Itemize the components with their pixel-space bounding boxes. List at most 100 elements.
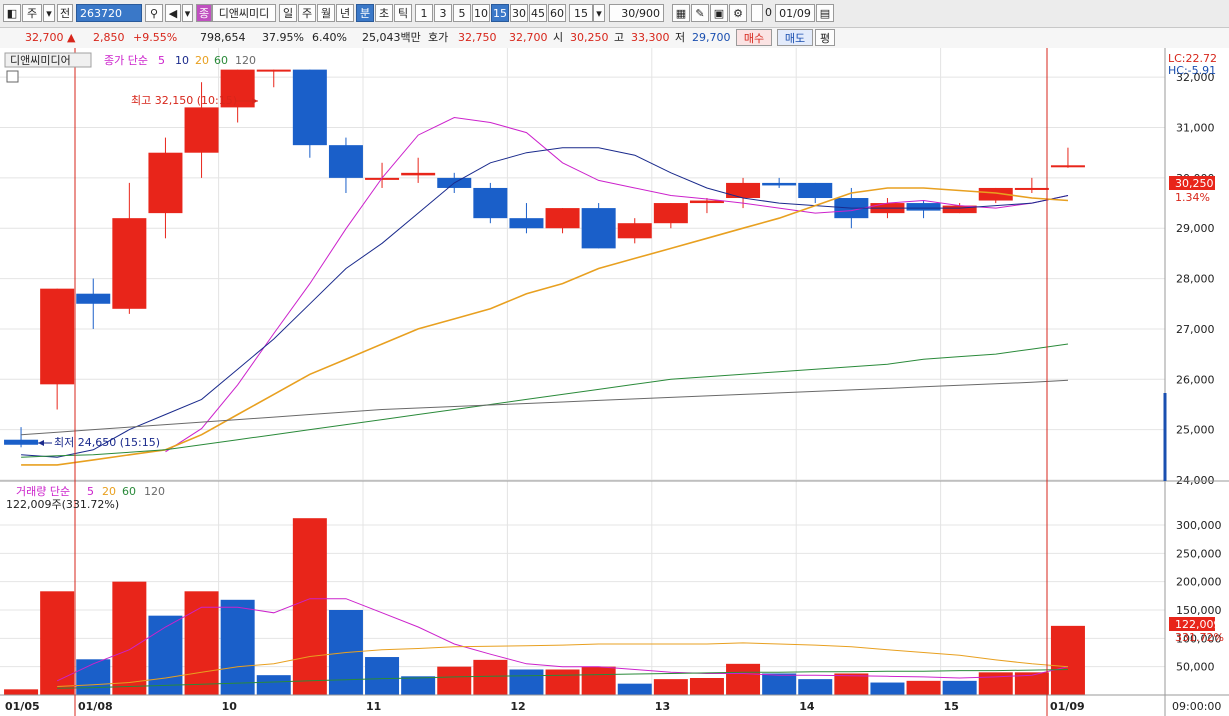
price-tick-label: 29,000: [1176, 222, 1215, 235]
candle: [689, 200, 724, 204]
date-input[interactable]: 01/09: [775, 4, 815, 22]
layout-icon[interactable]: ◧: [3, 4, 21, 22]
candle: [4, 439, 39, 445]
checkbox-label: 0: [765, 6, 772, 19]
ma10-legend: 10: [175, 54, 189, 67]
volume-bar: [40, 591, 75, 695]
chart-area[interactable]: 24,00025,00026,00027,00028,00029,00030,0…: [0, 48, 1229, 716]
current-price-pct: 1.34%: [1175, 191, 1210, 204]
volume-bar: [653, 679, 688, 695]
low-price: 29,700: [692, 31, 731, 44]
price-tick-label: 26,000: [1176, 373, 1215, 386]
volume-title: 거래량 단순: [16, 485, 70, 498]
date-tick-label: 12: [510, 700, 525, 713]
volume-tick-label: 250,000: [1176, 547, 1222, 560]
period-month[interactable]: 월: [317, 4, 335, 22]
stock-type-tag: 종: [196, 4, 212, 22]
date-tick-label: 11: [366, 700, 381, 713]
ma120-legend: 120: [235, 54, 256, 67]
sell-button[interactable]: 매도: [777, 29, 813, 46]
volume-bar: [978, 672, 1013, 695]
volume-tick-label: 150,000: [1176, 604, 1222, 617]
price-change-pct: +9.55%: [133, 31, 178, 44]
speaker-dropdown-icon[interactable]: ▾: [182, 4, 193, 22]
count-input[interactable]: 30/900: [609, 4, 664, 22]
volume-bar: [509, 669, 544, 695]
save-icon[interactable]: ▣: [710, 4, 728, 22]
vol-ma120-legend: 120: [144, 485, 165, 498]
candle: [40, 288, 75, 385]
min-annotation: 최저 24,650 (15:15): [54, 436, 160, 449]
current-volume-pct: 331.72%: [1175, 631, 1224, 644]
minute-10[interactable]: 10: [472, 4, 490, 22]
minute-30[interactable]: 30: [510, 4, 528, 22]
volume-bar: [617, 683, 652, 695]
vol-ma20-legend: 20: [102, 485, 116, 498]
draw-tool-icon[interactable]: ✎: [691, 4, 709, 22]
period-day[interactable]: 일: [279, 4, 297, 22]
candle: [328, 145, 363, 178]
candle: [762, 182, 797, 186]
date-tick-label: 01/05: [5, 700, 40, 713]
interval-input[interactable]: 15: [569, 4, 593, 22]
code-input[interactable]: 263720: [76, 4, 142, 22]
market-dropdown-icon[interactable]: ▾: [43, 4, 55, 22]
period-tick[interactable]: 틱: [394, 4, 412, 22]
candle: [401, 172, 436, 176]
bid-price: 32,700: [509, 31, 548, 44]
checkbox[interactable]: [751, 4, 763, 22]
open-price: 30,250: [570, 31, 609, 44]
minute-5[interactable]: 5: [453, 4, 471, 22]
volume-bar: [1050, 625, 1085, 695]
current-price: 32,700 ▲: [25, 31, 76, 44]
volume-bar: [437, 666, 472, 695]
candle: [184, 107, 219, 153]
candle: [509, 218, 544, 229]
volume-bar: [292, 518, 327, 695]
trade-amount: 25,043백만: [362, 31, 421, 44]
candle: [76, 293, 111, 304]
minute-45[interactable]: 45: [529, 4, 547, 22]
prev-button[interactable]: 전: [57, 4, 73, 22]
volume-bar: [545, 669, 580, 695]
volume-bar: [581, 666, 616, 695]
minute-15[interactable]: 15: [491, 4, 509, 22]
date-tick-label: 01/09: [1050, 700, 1085, 713]
candle: [148, 152, 183, 214]
volume-bar: [689, 678, 724, 695]
current-volume-label: 122,009: [1175, 618, 1221, 631]
turnover-pct: 37.95%: [262, 31, 304, 44]
interval-dropdown-icon[interactable]: ▾: [593, 4, 605, 22]
minute-1[interactable]: 1: [415, 4, 433, 22]
date-tick-label: 14: [799, 700, 815, 713]
gear-icon[interactable]: ⚙: [729, 4, 747, 22]
price-tick-label: 28,000: [1176, 273, 1215, 286]
volume-bar: [726, 663, 761, 695]
period-year[interactable]: 년: [336, 4, 354, 22]
evaluate-button[interactable]: 평: [815, 29, 835, 46]
search-icon[interactable]: ⚲: [145, 4, 163, 22]
volume-bar: [112, 581, 147, 695]
vol-ma5-legend: 5: [87, 485, 94, 498]
period-second[interactable]: 초: [375, 4, 393, 22]
period-week[interactable]: 주: [298, 4, 316, 22]
speaker-icon[interactable]: ◀: [165, 4, 181, 22]
market-select[interactable]: 주: [22, 4, 42, 22]
candle-tool-icon[interactable]: ▦: [672, 4, 690, 22]
volume-bar: [942, 680, 977, 695]
minute-3[interactable]: 3: [434, 4, 452, 22]
max-annotation: 최고 32,150 (10:15): [131, 94, 237, 107]
grid-toggle-icon: [6, 70, 19, 83]
volume-info: 122,009주(331.72%): [6, 498, 119, 511]
ma-title: 종가 단순: [104, 54, 148, 67]
minute-60[interactable]: 60: [548, 4, 566, 22]
period-minute[interactable]: 분: [356, 4, 374, 22]
calendar-icon[interactable]: ▤: [816, 4, 834, 22]
buy-button[interactable]: 매수: [736, 29, 772, 46]
volume-bar: [870, 682, 905, 695]
candle: [617, 223, 652, 239]
price-change: 2,850: [93, 31, 125, 44]
current-price-label: 30,250: [1175, 177, 1214, 190]
toolbar: ◧ 주 ▾ 전 263720 ⚲ ◀ ▾ 종 디앤씨미디 일 주 월 년 분 초…: [0, 0, 1229, 28]
candle: [798, 182, 833, 199]
